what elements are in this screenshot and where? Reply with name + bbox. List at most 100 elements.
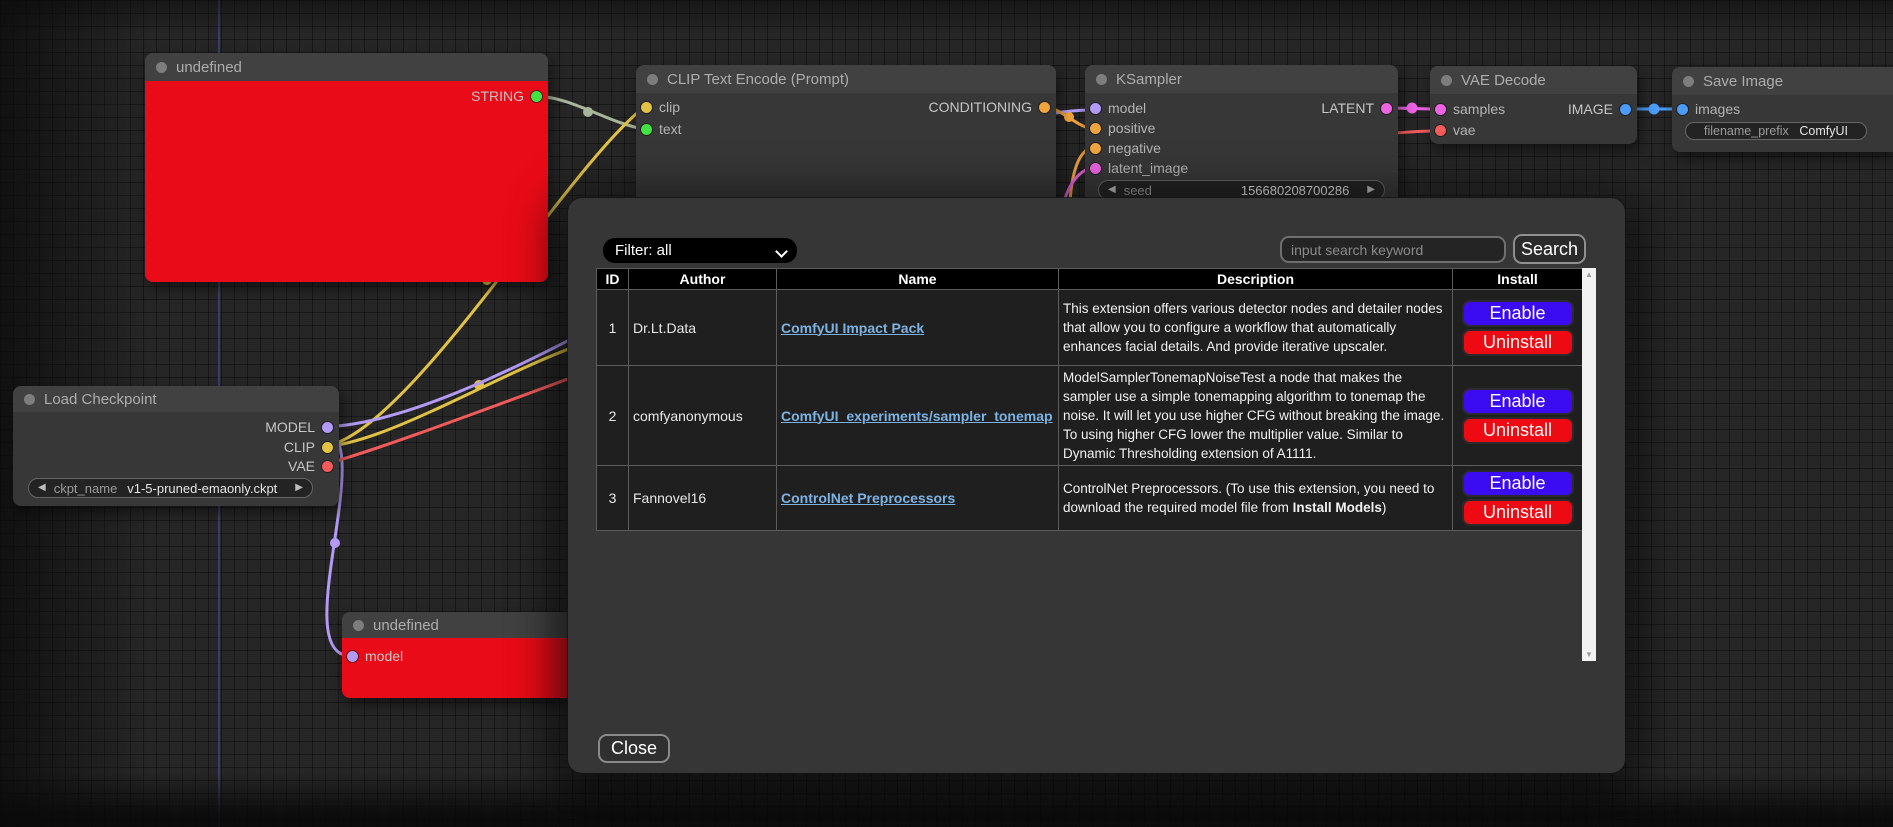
port-dot-icon[interactable] xyxy=(1090,143,1101,154)
port-dot-icon[interactable] xyxy=(1677,104,1688,115)
port-dot-icon[interactable] xyxy=(641,102,652,113)
widget-value: ComfyUI xyxy=(1799,124,1848,138)
node-title-bar[interactable]: Save Image xyxy=(1672,67,1893,95)
header-author: Author xyxy=(629,269,777,290)
cell-install: Enable Uninstall xyxy=(1453,366,1583,466)
collapse-dot-icon[interactable] xyxy=(1096,74,1107,85)
output-port-string[interactable]: STRING xyxy=(471,86,542,106)
increment-arrow-icon[interactable]: ▶ xyxy=(1367,185,1375,195)
widget-label: filename_prefix xyxy=(1704,124,1789,138)
scroll-up-icon[interactable]: ▲ xyxy=(1585,270,1593,279)
port-dot-icon[interactable] xyxy=(1039,102,1050,113)
search-button[interactable]: Search xyxy=(1513,234,1586,264)
cell-author: Fannovel16 xyxy=(629,466,777,531)
extension-link[interactable]: ComfyUI_experiments/sampler_tonemap xyxy=(781,408,1053,424)
close-button[interactable]: Close xyxy=(598,734,670,763)
node-title-bar[interactable]: VAE Decode xyxy=(1430,66,1637,94)
seed-widget[interactable]: ◀ seed 156680208700286 ▶ xyxy=(1098,180,1385,200)
increment-arrow-icon[interactable]: ▶ xyxy=(295,483,303,493)
collapse-dot-icon[interactable] xyxy=(647,74,658,85)
input-port-samples[interactable]: samples xyxy=(1435,99,1505,119)
collapse-dot-icon[interactable] xyxy=(1441,75,1452,86)
input-port-text[interactable]: text xyxy=(641,119,682,139)
uninstall-button[interactable]: Uninstall xyxy=(1462,329,1574,356)
cell-name: ControlNet Preprocessors xyxy=(777,466,1059,531)
port-dot-icon[interactable] xyxy=(1090,103,1101,114)
extension-manager-dialog: Filter: all Search ID Author Name Descri… xyxy=(568,198,1625,773)
enable-button[interactable]: Enable xyxy=(1462,470,1574,497)
port-dot-icon[interactable] xyxy=(1435,104,1446,115)
scroll-down-icon[interactable]: ▼ xyxy=(1585,650,1593,659)
node-undefined-top[interactable]: undefined STRING xyxy=(145,53,548,282)
collapse-dot-icon[interactable] xyxy=(24,394,35,405)
output-port-conditioning[interactable]: CONDITIONING xyxy=(929,97,1050,117)
cell-author: comfyanonymous xyxy=(629,366,777,466)
input-port-model[interactable]: model xyxy=(1090,98,1146,118)
node-save-image[interactable]: Save Image images filename_prefix ComfyU… xyxy=(1672,67,1893,152)
uninstall-button[interactable]: Uninstall xyxy=(1462,499,1574,526)
input-port-model[interactable]: model xyxy=(347,646,403,666)
extension-link[interactable]: ComfyUI Impact Pack xyxy=(781,320,924,336)
node-title: Save Image xyxy=(1703,73,1783,90)
port-dot-icon[interactable] xyxy=(641,124,652,135)
enable-button[interactable]: Enable xyxy=(1462,388,1574,415)
filename-prefix-widget[interactable]: filename_prefix ComfyUI xyxy=(1685,122,1867,140)
widget-label: ckpt_name xyxy=(54,481,118,496)
input-port-latent-image[interactable]: latent_image xyxy=(1090,158,1188,178)
filter-select[interactable]: Filter: all xyxy=(603,238,797,263)
port-dot-icon[interactable] xyxy=(1435,125,1446,136)
widget-value: 156680208700286 xyxy=(1241,183,1349,198)
input-port-negative[interactable]: negative xyxy=(1090,138,1161,158)
search-input[interactable] xyxy=(1280,236,1506,263)
port-dot-icon[interactable] xyxy=(1620,104,1631,115)
output-port-image[interactable]: IMAGE xyxy=(1568,99,1631,119)
node-title: undefined xyxy=(373,617,439,634)
decrement-arrow-icon[interactable]: ◀ xyxy=(1108,185,1116,195)
decrement-arrow-icon[interactable]: ◀ xyxy=(38,483,46,493)
extension-link[interactable]: ControlNet Preprocessors xyxy=(781,490,955,506)
cell-id: 1 xyxy=(597,290,629,366)
table-scrollbar[interactable]: ▲ ▼ xyxy=(1582,268,1596,661)
collapse-dot-icon[interactable] xyxy=(1683,76,1694,87)
output-port-latent[interactable]: LATENT xyxy=(1321,98,1392,118)
port-dot-icon[interactable] xyxy=(1090,123,1101,134)
enable-button[interactable]: Enable xyxy=(1462,300,1574,327)
input-port-vae[interactable]: vae xyxy=(1435,120,1476,140)
header-description: Description xyxy=(1059,269,1453,290)
cell-id: 2 xyxy=(597,366,629,466)
node-error-body xyxy=(145,81,548,282)
input-port-positive[interactable]: positive xyxy=(1090,118,1155,138)
port-dot-icon[interactable] xyxy=(322,442,333,453)
ckpt-name-widget[interactable]: ◀ ckpt_name v1-5-pruned-emaonly.ckpt ▶ xyxy=(28,478,313,498)
node-title: VAE Decode xyxy=(1461,72,1546,89)
cell-id: 3 xyxy=(597,466,629,531)
node-title-bar[interactable]: KSampler xyxy=(1085,65,1398,93)
node-title: Load Checkpoint xyxy=(44,391,157,408)
port-dot-icon[interactable] xyxy=(1090,163,1101,174)
node-vae-decode[interactable]: VAE Decode samples vae IMAGE xyxy=(1430,66,1637,144)
extension-table: ID Author Name Description Install 1 Dr.… xyxy=(596,268,1583,531)
port-dot-icon[interactable] xyxy=(531,91,542,102)
input-port-images[interactable]: images xyxy=(1677,99,1740,119)
node-title-bar[interactable]: CLIP Text Encode (Prompt) xyxy=(636,65,1056,93)
node-title-bar[interactable]: undefined xyxy=(145,53,548,81)
node-title-bar[interactable]: Load Checkpoint xyxy=(13,386,339,412)
output-port-vae[interactable]: VAE xyxy=(288,456,333,476)
node-load-checkpoint[interactable]: Load Checkpoint MODEL CLIP VAE ◀ ckpt_na… xyxy=(13,386,339,506)
node-clip-text-encode[interactable]: CLIP Text Encode (Prompt) clip text COND… xyxy=(636,65,1056,215)
output-port-clip[interactable]: CLIP xyxy=(284,437,333,457)
collapse-dot-icon[interactable] xyxy=(156,62,167,73)
port-dot-icon[interactable] xyxy=(322,422,333,433)
uninstall-button[interactable]: Uninstall xyxy=(1462,417,1574,444)
table-header-row: ID Author Name Description Install xyxy=(597,269,1583,290)
port-dot-icon[interactable] xyxy=(347,651,358,662)
node-title: KSampler xyxy=(1116,71,1182,88)
output-port-model[interactable]: MODEL xyxy=(265,417,333,437)
port-dot-icon[interactable] xyxy=(322,461,333,472)
collapse-dot-icon[interactable] xyxy=(353,620,364,631)
table-row: 2 comfyanonymous ComfyUI_experiments/sam… xyxy=(597,366,1583,466)
port-dot-icon[interactable] xyxy=(1381,103,1392,114)
node-ksampler[interactable]: KSampler model positive negative latent_… xyxy=(1085,65,1398,207)
input-port-clip[interactable]: clip xyxy=(641,97,680,117)
cell-description: ControlNet Preprocessors. (To use this e… xyxy=(1059,466,1453,531)
